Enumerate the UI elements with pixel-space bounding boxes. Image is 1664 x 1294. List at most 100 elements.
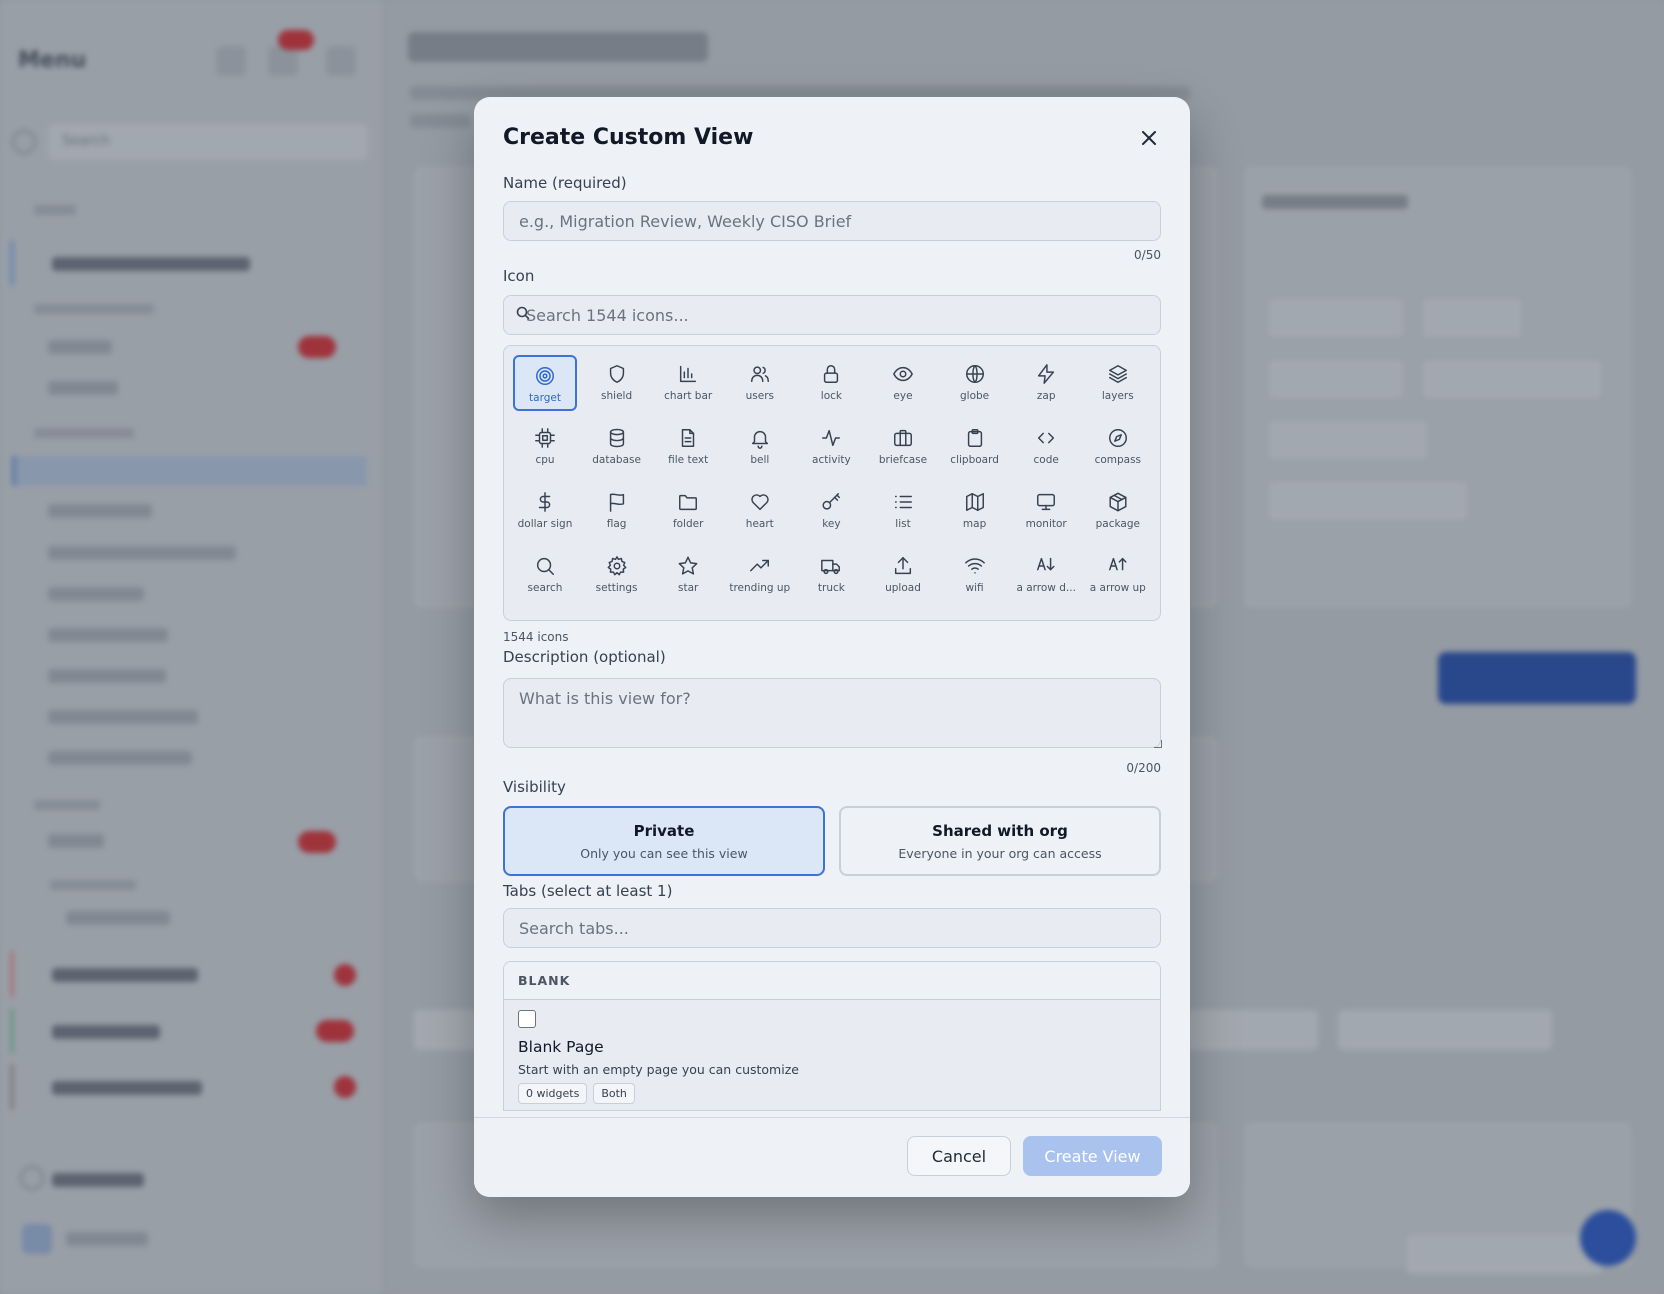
cancel-button[interactable]: Cancel: [907, 1136, 1011, 1176]
visibility-option-title: Shared with org: [932, 822, 1068, 840]
tab-widgets-tag: 0 widgets: [518, 1083, 588, 1104]
key-icon: [822, 493, 841, 510]
monitor-icon: [1037, 493, 1056, 511]
icon-option-heart[interactable]: heart: [728, 483, 792, 539]
icon-option-label: database: [592, 454, 641, 466]
tab-description: Start with an empty page you can customi…: [518, 1062, 799, 1077]
icon-option-package[interactable]: package: [1086, 483, 1150, 539]
icon-option-label: activity: [812, 454, 851, 466]
close-button[interactable]: [1134, 123, 1164, 153]
icon-option-map[interactable]: map: [943, 483, 1007, 539]
icon-option-label: flag: [606, 518, 627, 530]
icon-option-label: bell: [750, 454, 770, 466]
icon-option-label: search: [527, 582, 563, 594]
search-icon: [516, 306, 530, 320]
users-icon: [750, 366, 769, 383]
visibility-option-subtitle: Only you can see this view: [580, 846, 748, 861]
visibility-option-title: Private: [633, 822, 695, 840]
target-icon: [536, 367, 554, 385]
icon-option-activity[interactable]: activity: [799, 419, 863, 475]
tab-checkbox[interactable]: [518, 1010, 536, 1028]
tabs-search-input[interactable]: Search tabs...: [503, 908, 1161, 948]
icon-option-a-arrow-up[interactable]: a arrow up: [1086, 547, 1150, 603]
icon-option-label: cpu: [535, 454, 555, 466]
visibility-shared-option[interactable]: Shared with org Everyone in your org can…: [839, 806, 1161, 876]
icon-option-database[interactable]: database: [585, 419, 649, 475]
icon-option-label: map: [962, 518, 987, 530]
visibility-private-option[interactable]: Private Only you can see this view: [503, 806, 825, 876]
icon-option-compass[interactable]: compass: [1086, 419, 1150, 475]
icon-option-code[interactable]: code: [1014, 419, 1078, 475]
icon-option-lock[interactable]: lock: [799, 355, 863, 411]
icon-option-briefcase[interactable]: briefcase: [871, 419, 935, 475]
description-textarea[interactable]: What is this view for?: [503, 678, 1161, 748]
tab-option-blank-page[interactable]: Blank Page Start with an empty page you …: [504, 1000, 1160, 1110]
icon-option-globe[interactable]: globe: [943, 355, 1007, 411]
tabs-label: Tabs (select at least 1): [503, 882, 673, 900]
list-icon: [894, 495, 912, 509]
dollar-sign-icon: [538, 492, 551, 512]
icon-option-folder[interactable]: folder: [656, 483, 720, 539]
icon-option-label: a arrow up: [1089, 582, 1146, 594]
icon-option-flag[interactable]: flag: [585, 483, 649, 539]
icon-picker-grid: target shield chart bar users lock eye globe za…: [503, 345, 1161, 621]
icon-search-input[interactable]: Search 1544 icons...: [503, 295, 1161, 335]
icon-option-label: key: [822, 518, 841, 530]
icon-option-shield[interactable]: shield: [585, 355, 649, 411]
icon-option-label: clipboard: [950, 454, 999, 466]
icon-option-a-arrow-down[interactable]: a arrow d...: [1014, 547, 1078, 603]
icon-option-bell[interactable]: bell: [728, 419, 792, 475]
bell-icon: [751, 430, 768, 449]
icon-option-search[interactable]: search: [513, 547, 577, 603]
icon-option-clipboard[interactable]: clipboard: [943, 419, 1007, 475]
shield-icon: [609, 365, 624, 383]
textarea-resize-handle[interactable]: [1154, 740, 1162, 748]
icon-option-target[interactable]: target: [513, 355, 577, 411]
icon-option-label: eye: [893, 390, 913, 402]
icon-option-label: users: [745, 390, 774, 402]
globe-icon: [965, 365, 984, 383]
icon-option-layers[interactable]: layers: [1086, 355, 1150, 411]
icon-option-list[interactable]: list: [871, 483, 935, 539]
icon-option-label: trending up: [729, 582, 791, 594]
icon-option-label: lock: [820, 390, 842, 402]
icon-option-label: settings: [595, 582, 638, 594]
name-input[interactable]: e.g., Migration Review, Weekly CISO Brie…: [503, 201, 1161, 241]
folder-icon: [679, 494, 698, 511]
star-icon: [678, 556, 698, 575]
icon-option-truck[interactable]: truck: [799, 547, 863, 603]
layers-icon: [1108, 365, 1127, 383]
create-view-button[interactable]: Create View: [1023, 1136, 1162, 1176]
icon-option-trending-up[interactable]: trending up: [728, 547, 792, 603]
icon-option-eye[interactable]: eye: [871, 355, 935, 411]
visibility-label: Visibility: [503, 778, 566, 796]
icon-option-wifi[interactable]: wifi: [943, 547, 1007, 603]
icon-option-label: chart bar: [664, 390, 713, 402]
icon-option-chart-bar[interactable]: chart bar: [656, 355, 720, 411]
settings-icon: [607, 556, 627, 576]
icon-option-settings[interactable]: settings: [585, 547, 649, 603]
icon-option-label: briefcase: [878, 454, 928, 466]
icon-option-monitor[interactable]: monitor: [1014, 483, 1078, 539]
name-counter: 0/50: [1134, 248, 1161, 262]
icon-option-label: folder: [672, 518, 704, 530]
icon-option-upload[interactable]: upload: [871, 547, 935, 603]
icon-option-label: dollar sign: [517, 518, 573, 530]
icon-option-dollar-sign[interactable]: dollar sign: [513, 483, 577, 539]
search-icon: [536, 557, 554, 575]
icon-option-star[interactable]: star: [656, 547, 720, 603]
icon-option-label: compass: [1094, 454, 1142, 466]
icon-option-key[interactable]: key: [799, 483, 863, 539]
cpu-icon: [535, 428, 555, 448]
icon-option-zap[interactable]: zap: [1014, 355, 1078, 411]
upload-icon: [894, 557, 912, 575]
icon-option-cpu[interactable]: cpu: [513, 419, 577, 475]
description-label: Description (optional): [503, 648, 666, 666]
a-arrow-up-icon: [1108, 557, 1127, 571]
icon-option-users[interactable]: users: [728, 355, 792, 411]
icon-option-label: file text: [668, 454, 709, 466]
name-label: Name (required): [503, 174, 627, 192]
icon-option-label: code: [1033, 454, 1059, 466]
heart-icon: [751, 494, 769, 511]
icon-option-file-text[interactable]: file text: [656, 419, 720, 475]
